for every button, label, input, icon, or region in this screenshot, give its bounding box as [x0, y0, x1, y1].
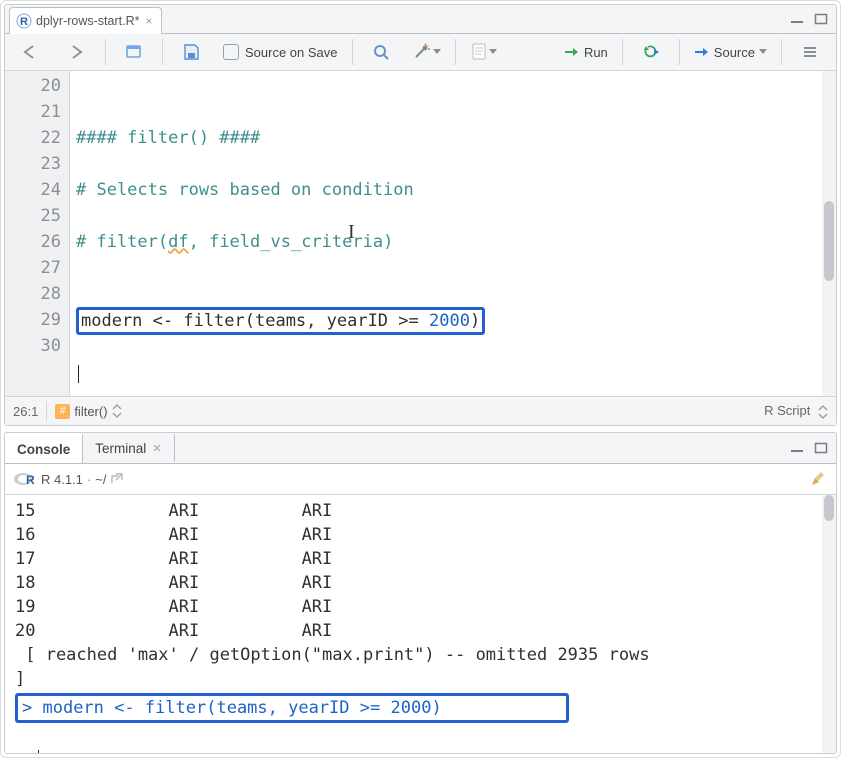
scroll-thumb[interactable] [824, 201, 834, 281]
line-gutter: 20 ▾21 22 23 24 25 26 27 28 29 30 [5, 71, 70, 396]
svg-text:R: R [26, 473, 35, 487]
section-name[interactable]: filter() [74, 404, 107, 419]
language-mode[interactable]: R Script [764, 403, 828, 419]
minimize-pane-icon[interactable] [786, 10, 808, 28]
file-tab-title: dplyr-rows-start.R* [36, 14, 140, 28]
maximize-pane-icon[interactable] [810, 439, 832, 457]
save-button[interactable] [171, 37, 211, 67]
svg-text:R: R [20, 16, 28, 28]
show-in-new-window-button[interactable] [114, 37, 154, 67]
console-tabbar: Console Terminal✕ [5, 433, 836, 464]
close-icon[interactable]: ✕ [152, 442, 161, 455]
source-on-save-toggle[interactable]: Source on Save [217, 37, 344, 67]
tab-console[interactable]: Console [5, 433, 83, 463]
editor-statusbar: 26:1 # filter() R Script [5, 396, 836, 425]
code-tools-button[interactable] [407, 37, 447, 67]
console-caret [38, 750, 39, 753]
section-badge-icon: # [55, 404, 70, 419]
nav-forward-button[interactable] [57, 37, 97, 67]
r-version: R 4.1.1 [41, 472, 83, 487]
file-tab[interactable]: R dplyr-rows-start.R* × [9, 7, 162, 34]
section-nav-icon[interactable] [112, 404, 122, 418]
pane-window-controls [786, 439, 836, 457]
cursor-position: 26:1 [13, 404, 38, 419]
source-button[interactable]: Source [688, 37, 773, 67]
editor-toolbar: Source on Save Run Source [5, 34, 836, 71]
code-area[interactable]: #### filter() #### # Selects rows based … [70, 71, 836, 396]
console-output[interactable]: 15 ARI ARI 16 ARI ARI 17 ARI ARI 18 ARI … [5, 495, 836, 753]
r-file-icon: R [16, 13, 32, 29]
close-tab-icon[interactable]: × [146, 14, 153, 28]
highlighted-code-line: modern <- filter(teams, yearID >= 2000) [76, 307, 485, 335]
console-scrollbar[interactable] [822, 495, 836, 753]
nav-back-button[interactable] [11, 37, 51, 67]
editor-caret [78, 365, 79, 383]
popout-wd-icon[interactable] [110, 473, 124, 485]
outline-button[interactable] [790, 37, 830, 67]
rerun-button[interactable] [631, 37, 671, 67]
source-on-save-label: Source on Save [245, 45, 338, 60]
minimize-pane-icon[interactable] [786, 439, 808, 457]
highlighted-console-line: > modern <- filter(teams, yearID >= 2000… [15, 693, 569, 723]
pane-window-controls [786, 10, 836, 28]
r-logo-icon: R [13, 471, 35, 487]
maximize-pane-icon[interactable] [810, 10, 832, 28]
working-dir[interactable]: ~/ [95, 472, 106, 487]
editor-tabbar: R dplyr-rows-start.R* × [5, 5, 836, 34]
code-editor[interactable]: 20 ▾21 22 23 24 25 26 27 28 29 30 #### f… [5, 71, 836, 396]
console-pane: Console Terminal✕ R R 4.1.1 · ~/ 15 ARI [4, 432, 837, 754]
checkbox-icon [223, 44, 239, 60]
source-editor-pane: R dplyr-rows-start.R* × [4, 4, 837, 426]
source-label: Source [714, 45, 755, 60]
chevron-down-icon [489, 49, 497, 55]
clear-console-icon[interactable] [810, 470, 828, 488]
chevron-down-icon [433, 49, 441, 55]
run-button[interactable]: Run [558, 37, 614, 67]
find-button[interactable] [361, 37, 401, 67]
editor-scrollbar[interactable] [822, 71, 836, 396]
run-label: Run [584, 45, 608, 60]
chevron-down-icon [759, 49, 767, 55]
tab-terminal[interactable]: Terminal✕ [83, 434, 174, 462]
text-cursor-icon: I [348, 219, 355, 245]
console-info-bar: R R 4.1.1 · ~/ [5, 464, 836, 495]
compile-report-button[interactable] [464, 37, 504, 67]
scroll-thumb[interactable] [824, 495, 834, 521]
